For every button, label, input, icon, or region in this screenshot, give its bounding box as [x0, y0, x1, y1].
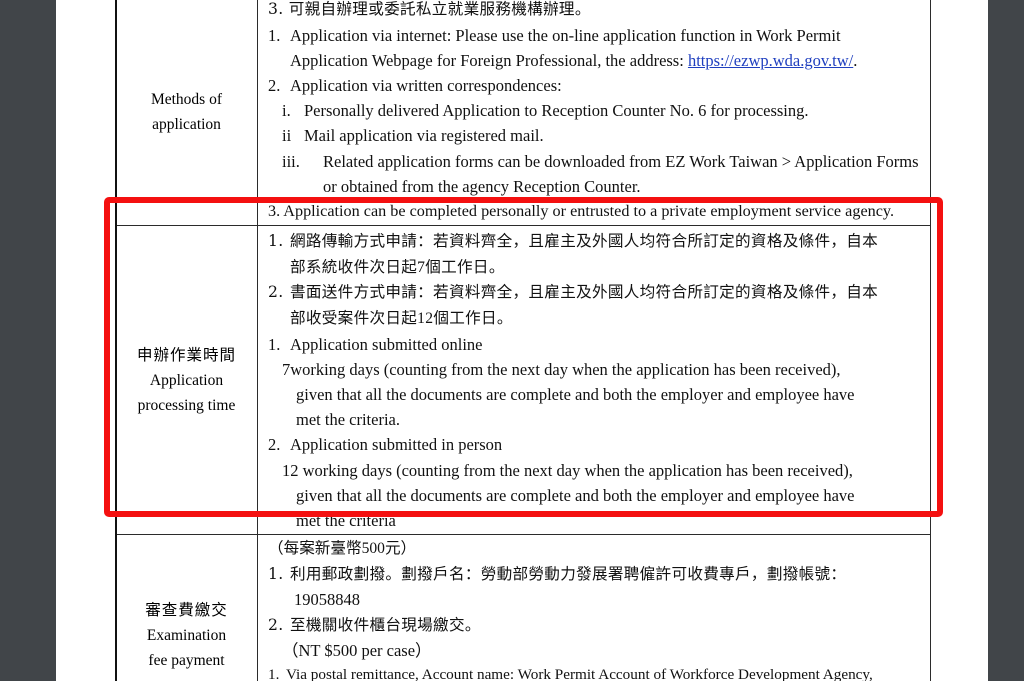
list-marker: ii [282, 126, 292, 146]
list-marker: 2. [268, 283, 284, 302]
row-label-line1: Methods of [150, 91, 223, 109]
list-item-text: Application Webpage for Foreign Professi… [290, 50, 684, 70]
row-label-line2: processing time [137, 396, 236, 414]
list-item-text: Via postal remittance, Account name: Wor… [286, 666, 873, 681]
list-item-continuation: given that all the documents are complet… [268, 483, 924, 508]
list-item: 1. 利用郵政劃撥。劃撥戶名：勞動部勞動力發展署聘僱許可收費專戶，劃撥帳號： [268, 562, 924, 588]
table-row-highlighted: 申辦作業時間 Application processing time 1. 網路… [115, 225, 931, 536]
fee-amount-english: （NT $500 per case） [268, 638, 924, 663]
row-label-examination-fee-payment: 審查費繳交 Examination fee payment [115, 534, 258, 681]
list-marker: 1. [268, 564, 284, 583]
list-item-text: Application via internet: Please use the… [290, 25, 841, 45]
row-label-line2: fee payment [148, 652, 225, 670]
list-item-text: 3. Application can be completed personal… [268, 202, 894, 221]
list-item-continuation: 12 working days (counting from the next … [268, 458, 924, 483]
requirements-table: Methods of application 3. 可親自辦理或委託私立就業服務… [115, 0, 931, 681]
row-body-application-processing-time: 1. 網路傳輸方式申請：若資料齊全，且雇主及外國人均符合所訂定的資格及條件，自本… [257, 225, 931, 536]
list-item: i. Personally delivered Application to R… [268, 98, 924, 123]
list-item-text: 3. 可親自辦理或委託私立就業服務機構辦理。 [268, 0, 591, 18]
list-item-continuation: 7working days (counting from the next da… [268, 357, 924, 382]
list-item-text: 利用郵政劃撥。劃撥戶名：勞動部勞動力發展署聘僱許可收費專戶，劃撥帳號： [290, 564, 847, 583]
list-marker: 1. [268, 334, 281, 354]
table-outer-left-border [115, 0, 117, 681]
list-item-text: given that all the documents are complet… [296, 385, 855, 404]
list-item-text: Application submitted online [290, 334, 483, 354]
row-label-line2: application [152, 116, 221, 134]
row-label-chinese: 審查費繳交 [145, 601, 228, 620]
list-marker: 2. [268, 615, 284, 634]
list-item-text: Related application forms can be downloa… [323, 151, 919, 171]
list-item-text: 12 working days (counting from the next … [282, 460, 853, 480]
list-item: 1. Via postal remittance, Account name: … [268, 663, 924, 681]
list-marker: 1. [268, 25, 281, 45]
row-label-line1: Examination [146, 627, 227, 645]
list-marker: 1. [268, 232, 284, 251]
fee-amount-chinese-clipped: （每案新臺幣500元） [268, 536, 924, 562]
list-item: iii. Related application forms can be do… [268, 149, 924, 174]
list-item: 2. Application via written correspondenc… [268, 73, 924, 98]
list-item: 2. 至機關收件櫃台現場繳交。 [268, 613, 924, 639]
list-item-text: 部收受案件次日起12個工作日。 [290, 310, 513, 327]
list-item-continuation: or obtained from the agency Reception Co… [268, 174, 924, 199]
list-item-text: met the criteria [296, 511, 396, 531]
list-item-text: 7working days (counting from the next da… [282, 359, 841, 379]
list-item-text: Application submitted in person [290, 435, 503, 455]
list-item-text: Mail application via registered mail. [304, 126, 544, 146]
pdf-viewer-canvas: Methods of application 3. 可親自辦理或委託私立就業服務… [0, 0, 1024, 681]
list-marker: iii. [282, 151, 300, 171]
list-marker: 2. [268, 76, 281, 95]
row-label-line1: Application [149, 371, 224, 389]
list-item: 2. Application submitted in person [268, 432, 924, 457]
list-marker: 1. [268, 666, 280, 681]
document-page: Methods of application 3. 可親自辦理或委託私立就業服務… [56, 0, 988, 681]
list-item-continuation: met the criteria. [268, 407, 924, 432]
list-item-text: 網路傳輸方式申請：若資料齊全，且雇主及外國人均符合所訂定的資格及條件，自本 [290, 232, 879, 251]
sentence-period: . [853, 50, 858, 70]
list-item-continuation: 部收受案件次日起12個工作日。 [268, 306, 924, 332]
account-number: 19058848 [294, 590, 360, 610]
list-item-text: 書面送件方式申請：若資料齊全，且雇主及外國人均符合所訂定的資格及條件，自本 [290, 283, 879, 302]
list-marker: 2. [268, 435, 281, 455]
list-item: 2. 書面送件方式申請：若資料齊全，且雇主及外國人均符合所訂定的資格及條件，自本 [268, 280, 924, 306]
list-item-continuation: Application Webpage for Foreign Professi… [268, 48, 924, 73]
list-item: 1. Application via internet: Please use … [268, 23, 924, 48]
row-label-methods-of-application: Methods of application [115, 0, 258, 227]
list-marker: i. [282, 101, 291, 121]
list-item-text: Application via written correspondences: [290, 76, 562, 95]
list-item-text: 至機關收件櫃台現場繳交。 [290, 615, 481, 634]
list-item: 1. Application submitted online [268, 332, 924, 357]
list-item-continuation: 部系統收件次日起7個工作日。 [268, 255, 924, 281]
fee-text: （NT $500 per case） [282, 641, 432, 661]
list-item-clipped-by-annotation: 3. Application can be completed personal… [268, 199, 924, 224]
fee-text: （每案新臺幣500元） [268, 540, 417, 558]
list-item-text: 部系統收件次日起7個工作日。 [290, 258, 505, 276]
row-body-examination-fee-payment: （每案新臺幣500元） 1. 利用郵政劃撥。劃撥戶名：勞動部勞動力發展署聘僱許可… [257, 534, 931, 681]
table-row: 審查費繳交 Examination fee payment （每案新臺幣500元… [115, 534, 931, 681]
row-label-chinese: 申辦作業時間 [136, 345, 236, 364]
list-item-continuation: given that all the documents are complet… [268, 382, 924, 407]
list-item: ii Mail application via registered mail. [268, 123, 924, 148]
row-body-methods-of-application: 3. 可親自辦理或委託私立就業服務機構辦理。 1. Application vi… [257, 0, 931, 227]
list-item: 1. 網路傳輸方式申請：若資料齊全，且雇主及外國人均符合所訂定的資格及條件，自本 [268, 229, 924, 255]
list-item-text: Personally delivered Application to Rece… [304, 101, 809, 121]
list-item-continuation: met the criteria [268, 508, 924, 533]
list-item-text: given that all the documents are complet… [296, 485, 855, 505]
list-item-continuation: 19058848 [268, 587, 924, 612]
list-item-text: met the criteria. [296, 410, 400, 430]
application-webpage-link[interactable]: https://ezwp.wda.gov.tw/ [688, 51, 853, 70]
row-label-application-processing-time: 申辦作業時間 Application processing time [115, 225, 258, 536]
list-item-text: or obtained from the agency Reception Co… [323, 176, 641, 196]
list-item: 3. 可親自辦理或委託私立就業服務機構辦理。 [268, 0, 924, 23]
table-row: Methods of application 3. 可親自辦理或委託私立就業服務… [115, 0, 931, 227]
